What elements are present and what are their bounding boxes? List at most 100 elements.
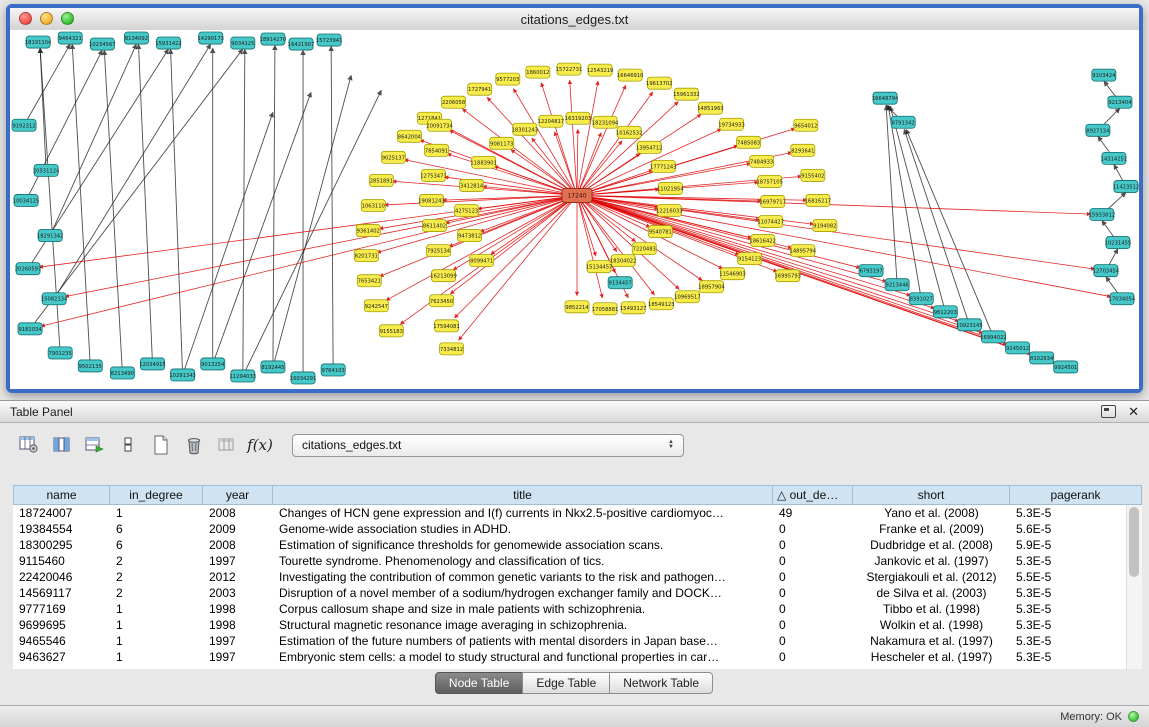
graph-node[interactable]: 17771243	[650, 160, 676, 172]
graph-node[interactable]: 18191104	[25, 36, 52, 48]
graph-node[interactable]: 19081243	[418, 194, 444, 206]
graph-node[interactable]: 16994022	[980, 331, 1006, 343]
graph-node[interactable]: 9134457	[608, 277, 632, 289]
graph-node[interactable]: 10162532	[616, 126, 642, 138]
graph-node[interactable]: 10923145	[956, 319, 982, 331]
graph-node[interactable]: 8192445	[261, 361, 285, 373]
graph-node[interactable]: 14314251	[1101, 152, 1127, 164]
graph-node[interactable]: 6793197	[859, 265, 883, 277]
graph-node[interactable]: 9852214	[565, 301, 589, 313]
float-panel-icon[interactable]	[1101, 405, 1116, 418]
graph-node[interactable]: 11546903	[719, 268, 745, 280]
table-row[interactable]: 946362711997Embryonic stem cells: a mode…	[13, 649, 1127, 665]
graph-node[interactable]: 8213490	[110, 367, 134, 379]
graph-node[interactable]: 9192312	[12, 119, 36, 131]
graph-node[interactable]: 15931422	[155, 37, 181, 49]
window-close-button[interactable]	[19, 12, 32, 25]
graph-node[interactable]: 10969517	[674, 291, 700, 303]
graph-node[interactable]: 16979717	[759, 195, 785, 207]
graph-node[interactable]: 9473812	[458, 230, 482, 242]
graph-node[interactable]: 9081173	[490, 137, 514, 149]
graph-node[interactable]: 9213404	[1108, 96, 1132, 108]
graph-node[interactable]: 17594081	[433, 320, 459, 332]
graph-node[interactable]: 7653421	[357, 275, 381, 287]
graph-node[interactable]: 9577203	[496, 73, 520, 85]
graph-node[interactable]: 10234567	[89, 38, 115, 50]
window-minimize-button[interactable]	[40, 12, 53, 25]
graph-node[interactable]: 7220483	[632, 243, 656, 255]
graph-node[interactable]: 3412814	[460, 179, 484, 191]
graph-node[interactable]: 16648794	[872, 92, 899, 104]
graph-node[interactable]: 19734933	[718, 118, 744, 130]
graph-node[interactable]: 9155402	[801, 169, 825, 181]
graph-node[interactable]: 1727941	[468, 83, 492, 95]
graph-node-hub[interactable]: 17240	[562, 188, 592, 202]
graph-node[interactable]: 18549123	[648, 298, 674, 310]
table-row[interactable]: 977716911998Corpus callosum shape and si…	[13, 601, 1127, 617]
table-row[interactable]: 969969511998Structural magnetic resonanc…	[13, 617, 1127, 633]
graph-node[interactable]: 16816217	[805, 194, 831, 206]
graph-node[interactable]: 11074427	[757, 216, 783, 228]
graph-node[interactable]: 12216033	[656, 204, 682, 216]
graph-node[interactable]: 10231455	[1105, 237, 1131, 249]
graph-node[interactable]: 9245012	[1006, 342, 1030, 354]
graph-node[interactable]: 18957904	[698, 281, 725, 293]
window-zoom-button[interactable]	[61, 12, 74, 25]
graph-node[interactable]: 8927134	[1086, 124, 1110, 136]
graph-node[interactable]: 8642004	[397, 130, 421, 142]
graph-node[interactable]: 9194082	[813, 220, 837, 232]
graph-node[interactable]: 14895794	[790, 245, 817, 257]
graph-node[interactable]: 7854091	[424, 144, 448, 156]
graph-node[interactable]: 8611402	[422, 220, 446, 232]
graph-node[interactable]: 18301243	[512, 123, 538, 135]
graph-node[interactable]: 15493127	[620, 302, 646, 314]
graph-node[interactable]: 7623450	[429, 295, 453, 307]
graph-node[interactable]: 11883901	[470, 156, 496, 168]
import-table-icon[interactable]	[212, 432, 242, 458]
graph-node[interactable]: 9025137	[381, 151, 405, 163]
graph-node[interactable]: 7925134	[426, 245, 450, 257]
tab-edge-table[interactable]: Edge Table	[522, 672, 610, 694]
table-row[interactable]: 1830029562008Estimation of significance …	[13, 537, 1127, 553]
table-row[interactable]: 1872400712008Changes of HCN gene express…	[13, 505, 1127, 521]
graph-node[interactable]: 12753471	[420, 169, 446, 181]
graph-node[interactable]: 18757105	[756, 175, 782, 187]
graph-node[interactable]: 18616422	[749, 235, 775, 247]
graph-node[interactable]: 9013254	[201, 358, 225, 370]
table-selector-dropdown[interactable]: citations_edges.txt ▲▼	[292, 434, 684, 457]
graph-node[interactable]: 9242547	[364, 300, 388, 312]
graph-node[interactable]: 15933812	[1089, 208, 1115, 220]
graph-node[interactable]: 15134457	[586, 261, 612, 273]
graph-node[interactable]: 9540781	[648, 226, 672, 238]
graph-node[interactable]: 10291343	[169, 369, 195, 381]
table-row[interactable]: 1456911722003Disruption of a novel membe…	[13, 585, 1127, 601]
column-header-pagerank[interactable]: pagerank	[1010, 485, 1142, 505]
column-header-name[interactable]: name	[13, 485, 110, 505]
graph-node[interactable]: 18291342	[37, 230, 63, 242]
export-table-icon[interactable]	[80, 432, 110, 458]
graph-node[interactable]: 12703454	[1093, 265, 1120, 277]
graph-node[interactable]: 9361402	[356, 225, 380, 237]
graph-node[interactable]: 7485083	[737, 136, 761, 148]
graph-node[interactable]: 8293641	[791, 144, 815, 156]
row-height-icon[interactable]	[113, 432, 143, 458]
graph-node[interactable]: 17058881	[592, 303, 618, 315]
graph-node[interactable]: 11423512	[1113, 180, 1139, 192]
close-panel-icon[interactable]: ✕	[1128, 405, 1139, 418]
graph-node[interactable]: 10034125	[13, 194, 39, 206]
graph-node[interactable]: 9155183	[379, 325, 403, 337]
graph-node[interactable]: 18304022	[610, 255, 636, 267]
delete-table-icon[interactable]	[179, 432, 209, 458]
graph-node[interactable]: 12543219	[587, 64, 613, 76]
function-builder-icon[interactable]: f(x)	[245, 432, 275, 458]
table-row[interactable]: 1938455462009Genome-wide association stu…	[13, 521, 1127, 537]
window-titlebar[interactable]: citations_edges.txt	[10, 8, 1139, 31]
graph-node[interactable]: 13954712	[636, 141, 662, 153]
column-header-out-de[interactable]: △ out_de…	[773, 485, 853, 505]
graph-node[interactable]: 8102934	[1030, 352, 1054, 364]
graph-node[interactable]: 8391027	[909, 293, 933, 305]
graph-node[interactable]: 17034054	[1109, 293, 1136, 305]
graph-node[interactable]: 9924501	[1054, 361, 1078, 373]
graph-node[interactable]: 9213446	[885, 279, 909, 291]
graph-node[interactable]: 9784103	[321, 364, 345, 376]
